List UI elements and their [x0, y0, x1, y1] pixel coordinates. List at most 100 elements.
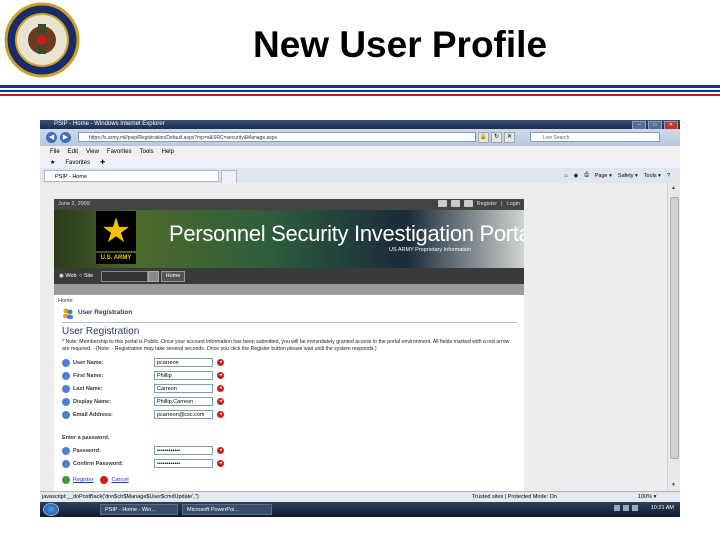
- site-search-go-button[interactable]: [148, 271, 159, 282]
- password-field[interactable]: ••••••••••••: [154, 446, 213, 455]
- help-bubble-icon[interactable]: [62, 359, 70, 367]
- status-text: javascript:__doPostBack('dnn$ctr$Manage$…: [42, 494, 199, 500]
- command-bar: ⌂ ◉ ⎙ Page ▾ Safety ▾ Tools ▾ ?: [564, 169, 670, 182]
- cancel-button[interactable]: Cancel: [111, 477, 128, 483]
- text-size-icon-2[interactable]: [450, 200, 460, 207]
- psip-site: June 2, 2009 Register | Login ★ U.S. ARM…: [54, 199, 524, 491]
- search-site-radio[interactable]: ○ Site: [79, 273, 93, 279]
- lock-icon[interactable]: 🔒: [478, 132, 489, 143]
- stop-icon[interactable]: ✕: [504, 132, 515, 143]
- firstname-field[interactable]: Phillip: [154, 371, 213, 380]
- task-ie[interactable]: PSIP - Home - Win...: [100, 504, 178, 515]
- form-row-firstname: First Name: Phillip ◂: [62, 371, 262, 381]
- army-star-logo: ★: [96, 211, 136, 251]
- help-bubble-icon[interactable]: [62, 447, 70, 455]
- registration-content: Home User Registration User Registration…: [54, 295, 524, 491]
- tab-psip-home[interactable]: PSIP - Home: [44, 170, 219, 182]
- required-icon: ◂: [217, 372, 224, 379]
- scroll-thumb[interactable]: [670, 197, 679, 459]
- site-searchbar: ◉ Web ○ Site Home: [54, 268, 524, 284]
- form-row-lastname: Last Name: Carreon ◂: [62, 384, 262, 394]
- password-heading: Enter a password.: [62, 435, 110, 441]
- task-powerpoint[interactable]: Microsoft PowerPoi...: [182, 504, 272, 515]
- form-row-password: Password: •••••••••••• ◂: [62, 446, 262, 456]
- required-icon: ◂: [217, 447, 224, 454]
- help-icon[interactable]: ?: [667, 173, 670, 179]
- safety-menu[interactable]: Safety ▾: [618, 173, 638, 179]
- menu-file[interactable]: File: [50, 149, 60, 155]
- confirm-password-field[interactable]: ••••••••••••: [154, 459, 213, 468]
- window-title: PSIP - Home - Windows Internet Explorer: [54, 121, 165, 127]
- site-search-input[interactable]: [101, 271, 148, 282]
- password-label: Password:: [73, 448, 101, 454]
- menu-tools[interactable]: Tools: [140, 149, 154, 155]
- forward-arrow-icon[interactable]: ▶: [60, 132, 71, 143]
- breadcrumb[interactable]: Home: [58, 298, 73, 304]
- start-button[interactable]: [43, 503, 59, 516]
- username-label: User Name:: [73, 360, 104, 366]
- tools-menu[interactable]: Tools ▾: [644, 173, 661, 179]
- home-icon[interactable]: ⌂: [564, 173, 567, 179]
- feeds-icon[interactable]: ◉: [574, 173, 579, 179]
- search-input[interactable]: Live Search: [530, 132, 660, 142]
- clock: 10:21 AM: [650, 505, 674, 511]
- users-icon: [63, 308, 73, 319]
- register-icon[interactable]: [62, 476, 70, 484]
- home-nav-button[interactable]: Home: [161, 271, 185, 282]
- menu-view[interactable]: View: [86, 149, 99, 155]
- title-rule-blue: [0, 85, 720, 88]
- refresh-icon[interactable]: ↻: [491, 132, 502, 143]
- scroll-down-icon[interactable]: ▼: [670, 482, 677, 489]
- new-tab-button[interactable]: [221, 170, 237, 184]
- required-icon: ◂: [217, 385, 224, 392]
- form-row-username: User Name: pcarreon ◂: [62, 358, 262, 368]
- back-arrow-icon[interactable]: ◀: [46, 132, 57, 143]
- confirm-password-label: Confirm Password:: [73, 461, 124, 467]
- site-nav-strip: [54, 284, 524, 295]
- tray-icon[interactable]: [623, 505, 629, 511]
- lastname-field[interactable]: Carreon: [154, 384, 213, 393]
- system-tray: [614, 505, 638, 511]
- add-favorite-icon[interactable]: ✚: [100, 159, 105, 166]
- text-size-icon-3[interactable]: [463, 200, 473, 207]
- security-zone[interactable]: Trusted sites | Protected Mode: On: [472, 494, 557, 500]
- site-topbar: June 2, 2009 Register | Login: [54, 199, 524, 210]
- page-menu[interactable]: Page ▾: [595, 173, 612, 179]
- vertical-scrollbar[interactable]: ▲ ▼: [667, 183, 680, 491]
- login-link[interactable]: Login: [507, 201, 520, 207]
- address-bar[interactable]: https://s.army.mil/psip/Registration/Def…: [78, 132, 476, 142]
- scroll-up-icon[interactable]: ▲: [670, 185, 677, 192]
- search-web-radio[interactable]: ◉ Web: [59, 273, 77, 279]
- required-icon: ◂: [217, 411, 224, 418]
- print-icon[interactable]: ⎙: [584, 172, 588, 179]
- firstname-label: First Name:: [73, 373, 104, 379]
- required-icon: ◂: [217, 359, 224, 366]
- favorites-button[interactable]: Favorites: [65, 160, 90, 166]
- cancel-icon[interactable]: [100, 476, 109, 484]
- register-button[interactable]: Register: [73, 477, 93, 483]
- menu-favorites[interactable]: Favorites: [107, 149, 132, 155]
- help-bubble-icon[interactable]: [62, 460, 70, 468]
- text-size-icon[interactable]: [437, 200, 447, 207]
- register-link[interactable]: Register: [477, 201, 497, 207]
- displayname-field[interactable]: Phillip.Carreon: [154, 397, 213, 406]
- tray-icon[interactable]: [614, 505, 620, 511]
- help-bubble-icon[interactable]: [62, 411, 70, 419]
- taskbar: PSIP - Home - Win... Microsoft PowerPoi.…: [40, 502, 680, 517]
- tray-icon[interactable]: [632, 505, 638, 511]
- army-seal-logo: [4, 2, 80, 78]
- username-field[interactable]: pcarreon: [154, 358, 213, 367]
- form-row-displayname: Display Name: Phillip.Carreon ◂: [62, 397, 262, 407]
- help-bubble-icon[interactable]: [62, 385, 70, 393]
- email-field[interactable]: pcarreon@csc.com: [154, 410, 213, 419]
- site-banner: ★ U.S. ARMY Personnel Security Investiga…: [54, 210, 524, 268]
- help-bubble-icon[interactable]: [62, 398, 70, 406]
- favorites-bar: ★ Favorites ✚: [40, 157, 680, 168]
- favorites-star-icon[interactable]: ★: [50, 159, 55, 166]
- help-bubble-icon[interactable]: [62, 372, 70, 380]
- form-actions: Register Cancel: [62, 476, 129, 484]
- menu-help[interactable]: Help: [162, 149, 174, 155]
- zoom-level[interactable]: 100% ▾: [638, 494, 656, 500]
- menu-edit[interactable]: Edit: [68, 149, 78, 155]
- browser-screenshot: PSIP - Home - Windows Internet Explorer …: [40, 120, 680, 517]
